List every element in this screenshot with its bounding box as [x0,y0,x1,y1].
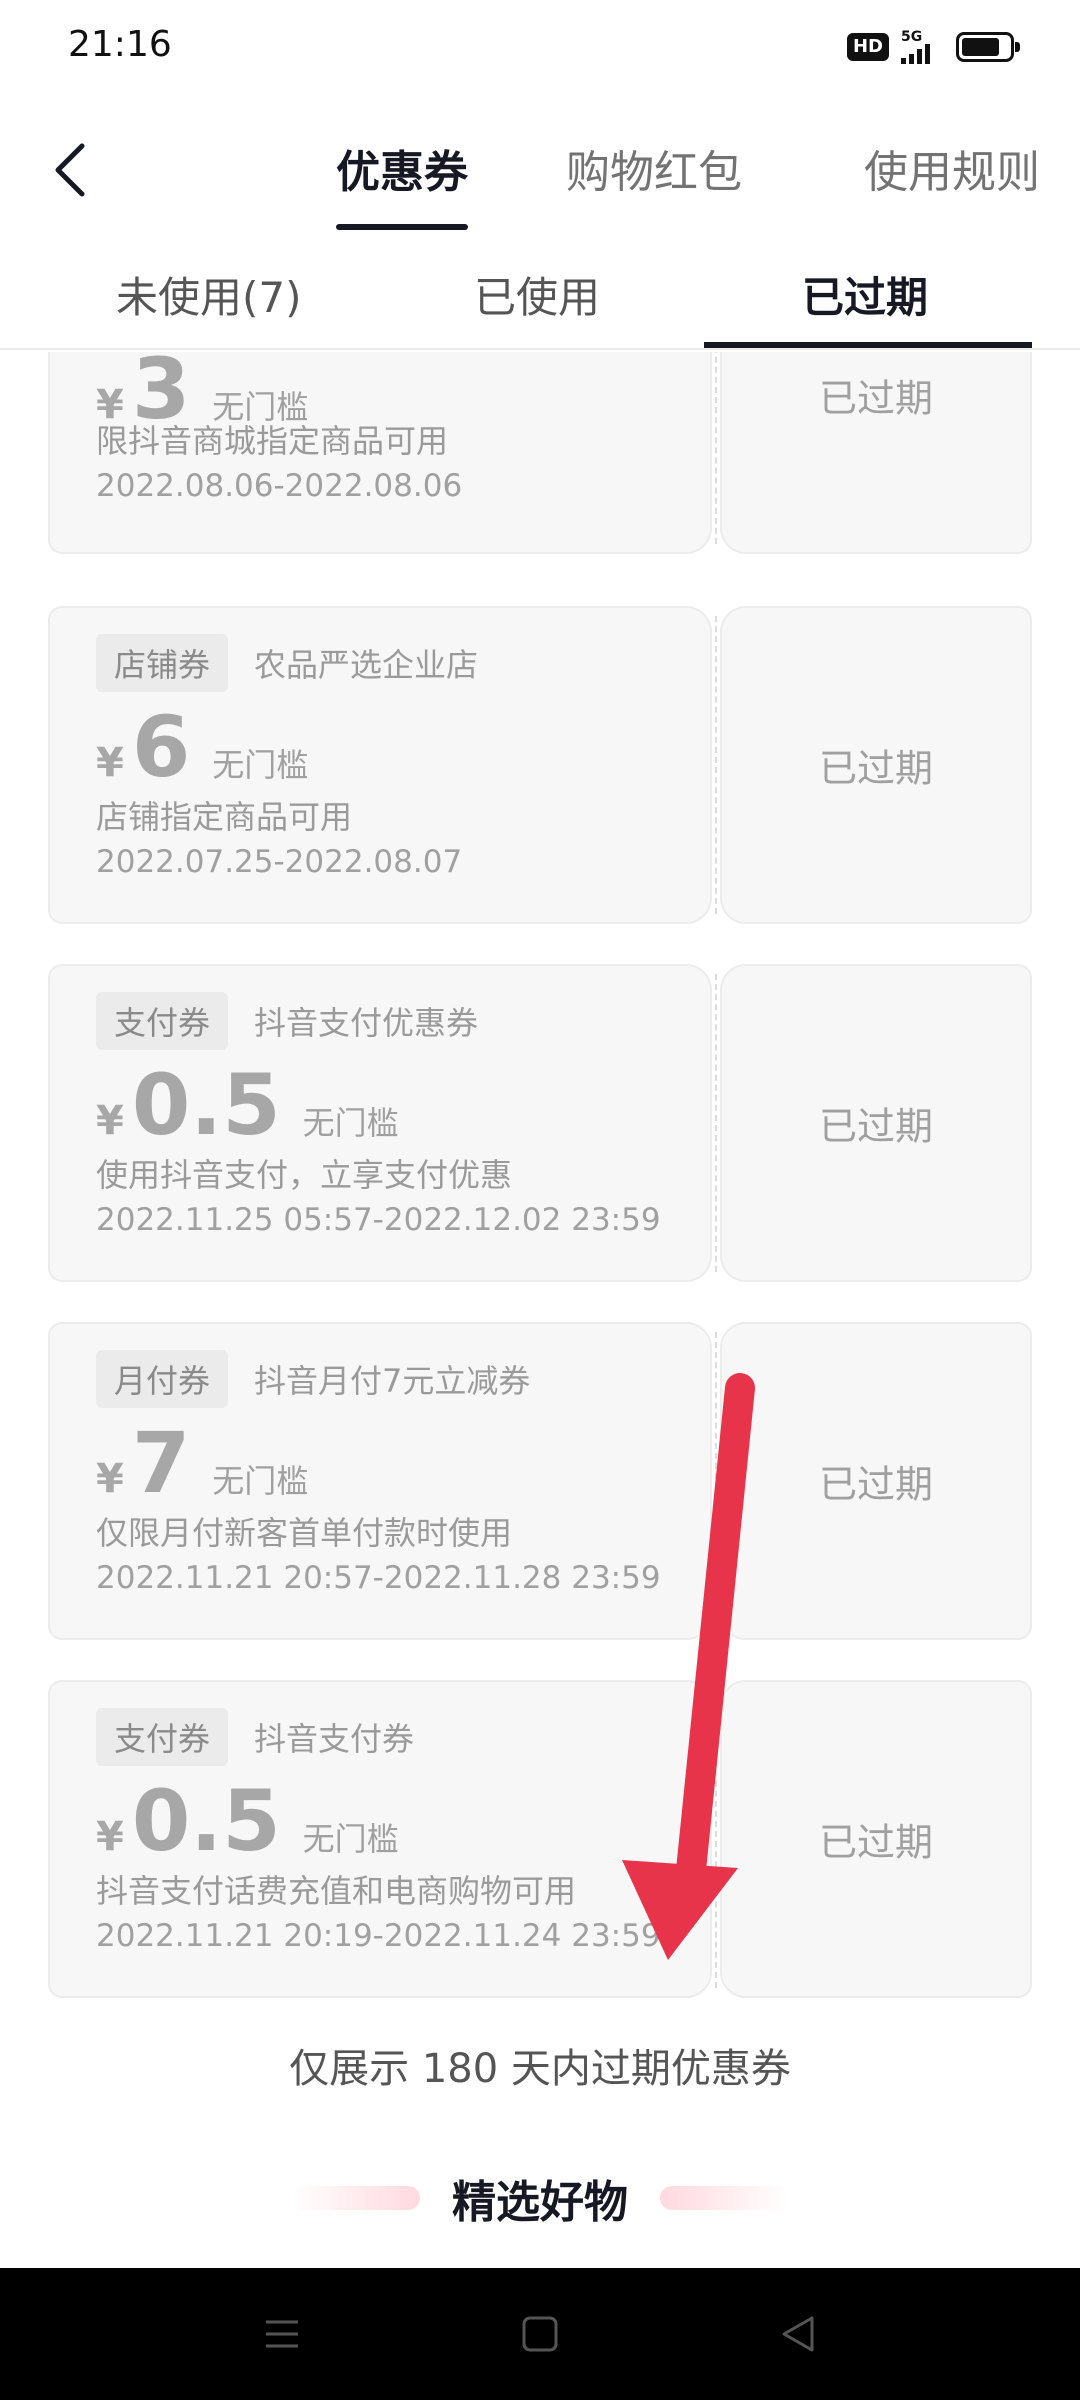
coupon-status-panel: 已过期 [720,1322,1032,1640]
system-back-button[interactable] [770,2306,826,2362]
coupon-card[interactable]: 已过期 支付券 抖音支付优惠券 ¥ 0.5 无门槛 使用抖音支付，立享支付优惠 … [48,964,1032,1282]
coupon-threshold: 无门槛 [302,1820,399,1858]
coupon-desc: 抖音支付话费充值和电商购物可用 [96,1872,577,1910]
coupon-tag: 月付券 [96,1350,229,1408]
coupon-status: 已过期 [818,746,933,791]
tab-coupons[interactable]: 优惠券 [336,136,468,200]
coupon-tag: 支付券 [96,992,229,1050]
coupon-period: 2022.11.21 20:57-2022.11.28 23:59 [96,1560,661,1596]
active-subtab-indicator [704,342,1032,348]
coupon-status-panel: 已过期 [720,606,1032,924]
network-label: 5G [901,29,923,45]
signal-icon: 5G [901,30,930,64]
currency-symbol: ¥ [96,740,124,786]
back-button[interactable] [40,130,100,210]
home-button[interactable] [512,2306,568,2362]
coupon-shop: 抖音支付券 [254,1720,415,1758]
tab-red-packets[interactable]: 购物红包 [566,136,742,200]
picks-header: 精选好物 [0,2166,1080,2236]
coupon-value: 0.5 [131,1056,281,1154]
coupon-amount: ¥ 6 无门槛 [96,702,308,792]
coupon-desc: 店铺指定商品可用 [96,798,353,836]
coupon-value: 0.5 [131,1772,281,1870]
coupon-card[interactable]: 已过期 月付券 抖音月付7元立减券 ¥ 7 无门槛 仅限月付新客首单付款时使用 … [48,1322,1032,1640]
coupon-status: 已过期 [818,1104,933,1149]
top-nav: 优惠券 购物红包 使用规则 [0,110,1080,230]
coupon-amount: ¥ 0.5 无门槛 [96,1060,399,1150]
subtab-unused[interactable]: 未使用(7) [116,264,302,325]
hd-icon: HD [846,33,889,61]
tab-rules[interactable]: 使用规则 [864,136,1040,200]
coupon-desc: 仅限月付新客首单付款时使用 [96,1514,513,1552]
battery-icon [956,32,1020,62]
menu-icon [266,2320,298,2348]
coupon-status-panel: 已过期 [720,352,1032,554]
coupon-amount: ¥ 0.5 无门槛 [96,1776,399,1866]
coupon-status: 已过期 [818,1462,933,1507]
coupon-header: 月付券 抖音月付7元立减券 [96,1350,530,1408]
chevron-left-icon [55,143,85,197]
coupon-card[interactable]: 已过期 支付券 抖音支付券 ¥ 0.5 无门槛 抖音支付话费充值和电商购物可用 … [48,1680,1032,1998]
currency-symbol: ¥ [96,1456,124,1502]
coupon-period: 2022.07.25-2022.08.07 [96,844,463,880]
coupon-tag: 店铺券 [96,634,229,692]
status-bar: 21:16 HD 5G [0,0,1080,100]
status-time: 21:16 [68,24,172,65]
coupon-threshold: 无门槛 [212,746,309,784]
active-tab-indicator [336,224,468,230]
coupon-threshold: 无门槛 [302,1104,399,1142]
coupon-header: 支付券 抖音支付优惠券 [96,992,478,1050]
subtab-expired[interactable]: 已过期 [802,264,928,325]
currency-symbol: ¥ [96,1814,124,1860]
home-square-icon [522,2316,558,2352]
coupon-value: 6 [131,698,191,796]
expiry-notice: 仅展示 180 天内过期优惠券 [289,2046,791,2092]
android-nav-bar [0,2268,1080,2400]
coupon-period: 2022.11.25 05:57-2022.12.02 23:59 [96,1202,661,1238]
status-icons: HD 5G [846,30,1020,64]
coupon-card[interactable]: 已过期 ¥ 3 无门槛 限抖音商城指定商品可用 2022.08.06-2022.… [48,352,1032,554]
menu-button[interactable] [254,2306,310,2362]
coupon-value: 7 [131,1414,191,1512]
coupon-amount: ¥ 7 无门槛 [96,1418,308,1508]
battery-fill [962,38,999,56]
coupon-shop: 农品严选企业店 [254,646,479,684]
coupon-desc: 限抖音商城指定商品可用 [96,422,449,460]
picks-title: 精选好物 [452,2177,628,2228]
coupon-card[interactable]: 已过期 店铺券 农品严选企业店 ¥ 6 无门槛 店铺指定商品可用 2022.07… [48,606,1032,924]
coupon-shop: 抖音支付优惠券 [254,1004,479,1042]
coupon-shop: 抖音月付7元立减券 [254,1362,531,1400]
back-triangle-icon [782,2316,814,2352]
coupon-tag: 支付券 [96,1708,229,1766]
currency-symbol: ¥ [96,1098,124,1144]
coupon-header: 店铺券 农品严选企业店 [96,634,478,692]
coupon-period: 2022.08.06-2022.08.06 [96,468,463,504]
subtab-used[interactable]: 已使用 [474,264,600,325]
coupon-list[interactable]: 已过期 ¥ 3 无门槛 限抖音商城指定商品可用 2022.08.06-2022.… [0,352,1080,2032]
coupon-status: 已过期 [818,1820,933,1865]
coupon-header: 支付券 抖音支付券 [96,1708,414,1766]
coupon-status-panel: 已过期 [720,964,1032,1282]
coupon-status: 已过期 [818,376,933,421]
coupon-status-panel: 已过期 [720,1680,1032,1998]
sub-tabs: 未使用(7) 已使用 已过期 [0,240,1080,350]
coupon-threshold: 无门槛 [212,1462,309,1500]
coupon-desc: 使用抖音支付，立享支付优惠 [96,1156,513,1194]
coupon-period: 2022.11.21 20:19-2022.11.24 23:59 [96,1918,661,1954]
